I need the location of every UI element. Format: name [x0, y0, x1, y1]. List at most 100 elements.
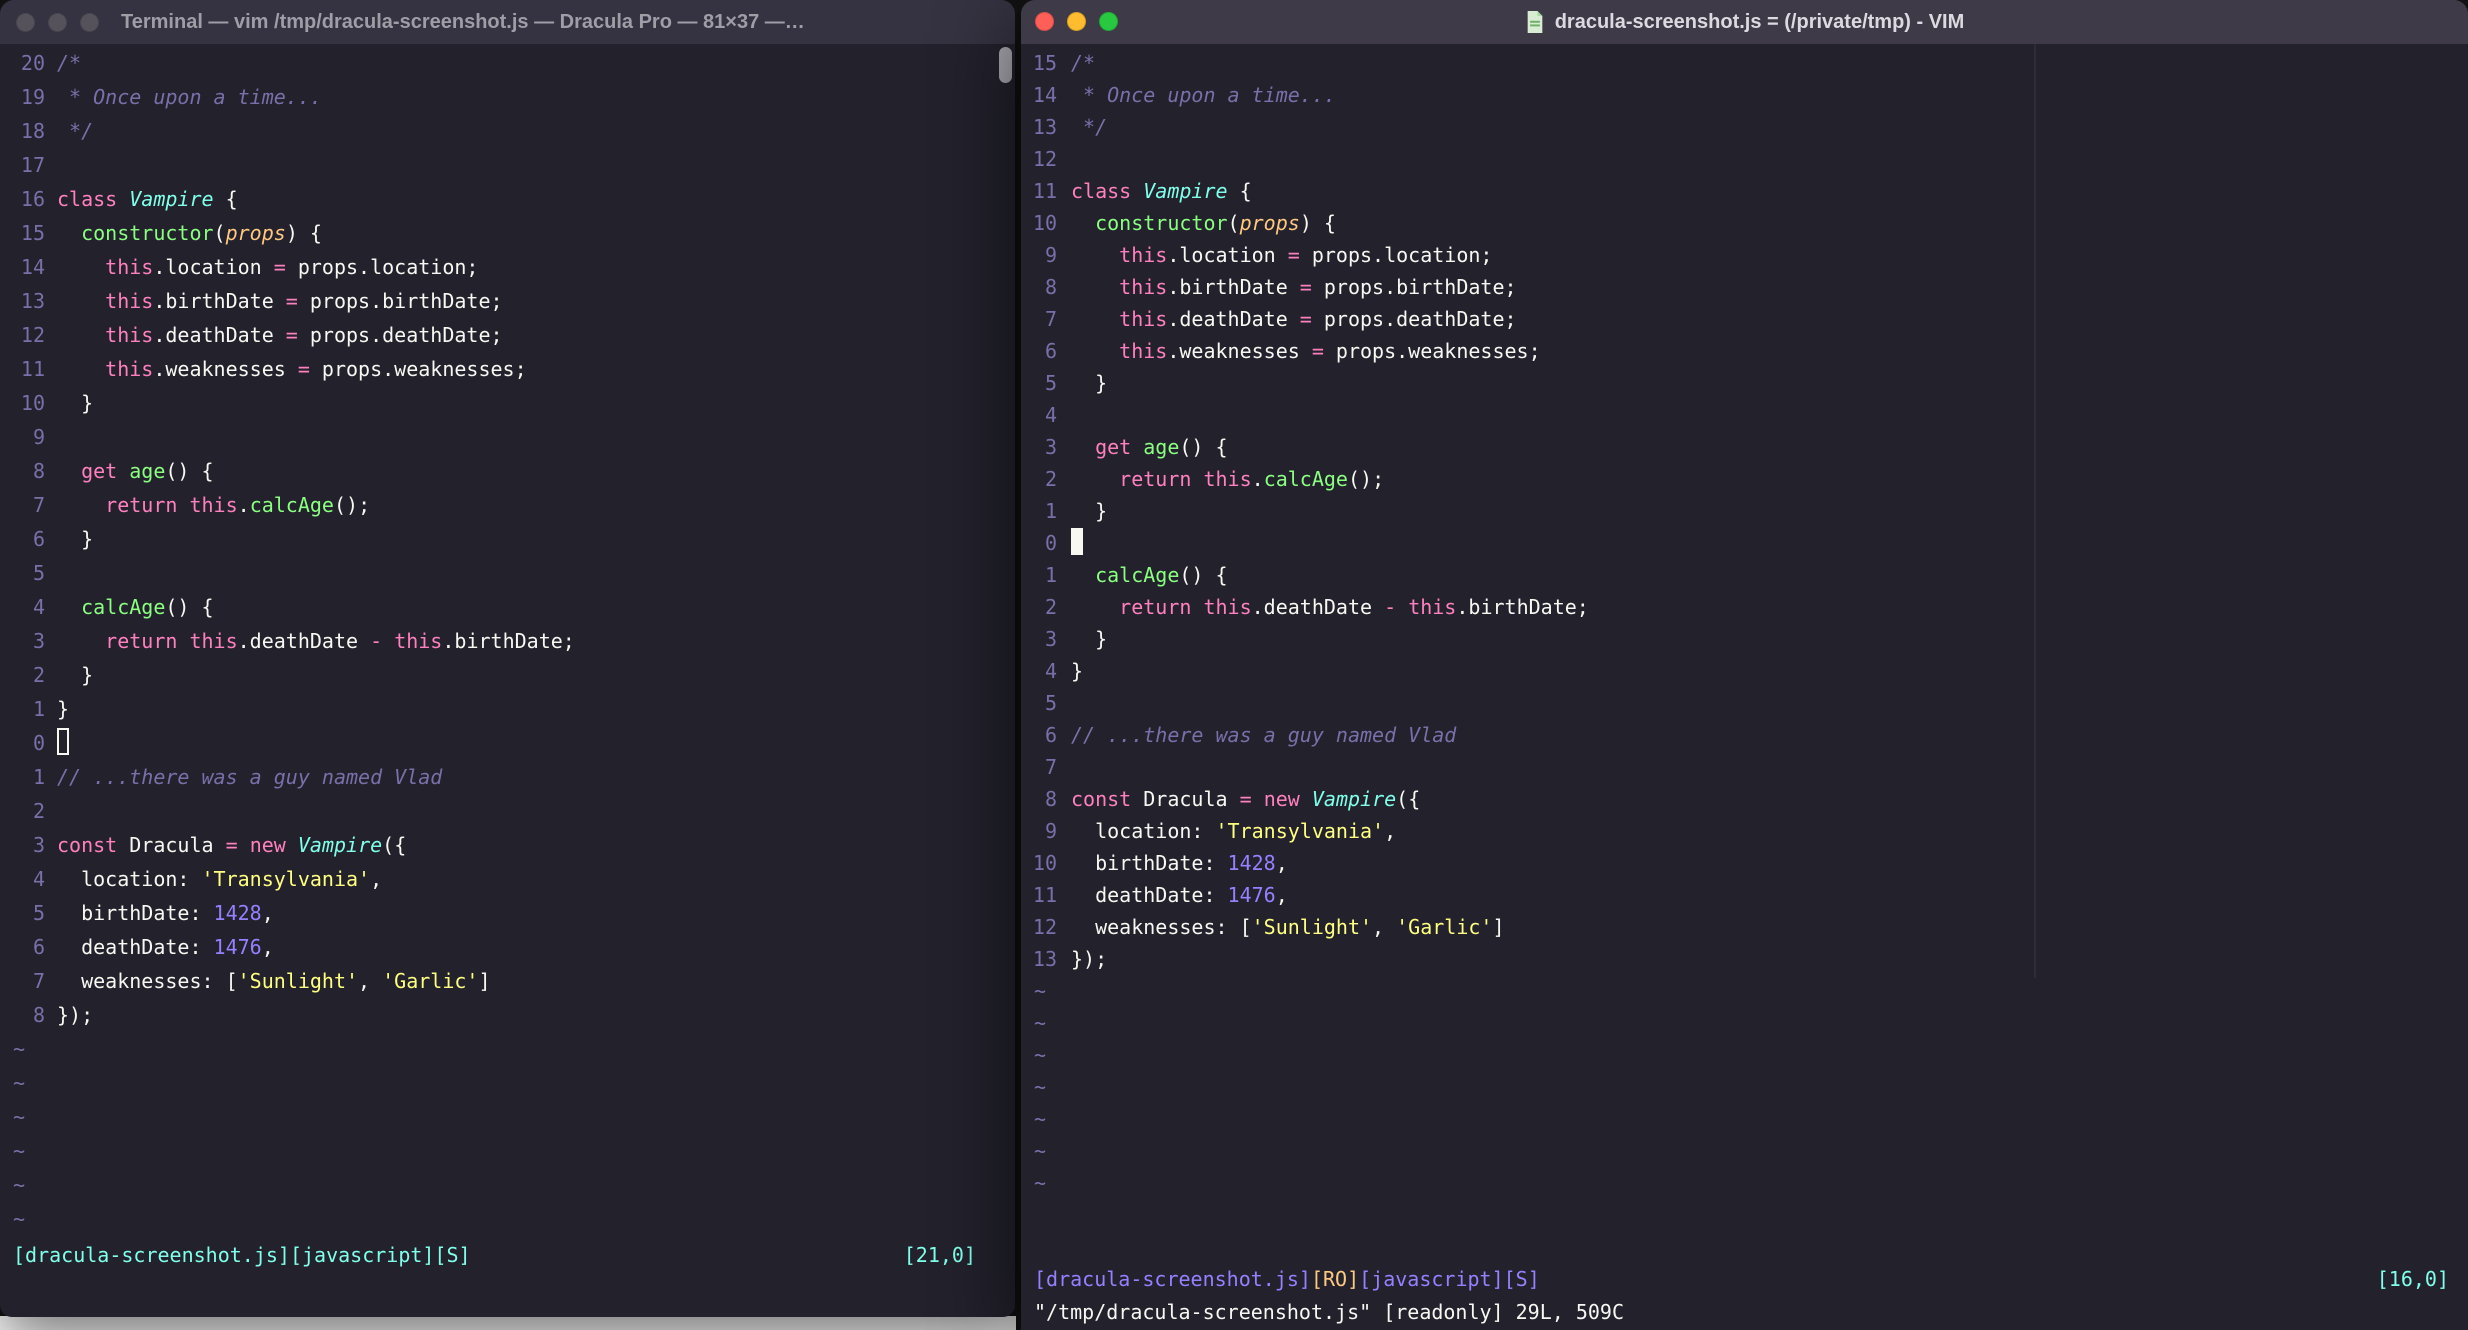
code-line[interactable]: 3 const Dracula = new Vampire({: [0, 828, 995, 862]
macvim-buffer[interactable]: 15/* 14 * Once upon a time... 13 */12 11 cla…: [1021, 47, 2448, 1199]
empty-line: ~: [13, 1105, 26, 1129]
code-line[interactable]: 16 class Vampire {: [0, 182, 995, 216]
window-controls: [16, 12, 99, 32]
code-line[interactable]: 10 }: [0, 386, 995, 420]
minimize-button[interactable]: [1067, 12, 1086, 31]
code-line[interactable]: 17: [0, 148, 995, 182]
line-number: 13: [1032, 115, 1057, 139]
code-line[interactable]: 6 }: [0, 522, 995, 556]
code-line[interactable]: 8 get age() {: [0, 454, 995, 488]
code-line[interactable]: 0: [1021, 527, 2448, 559]
code-line[interactable]: 12: [1021, 143, 2448, 175]
line-number: 6: [1044, 339, 1057, 363]
line-number: 2: [1044, 595, 1057, 619]
line-number: 15: [20, 221, 45, 245]
line-number: 4: [1044, 659, 1057, 683]
empty-line: ~: [1034, 1171, 1047, 1195]
code-line[interactable]: 13});: [1021, 943, 2448, 975]
line-number: 11: [20, 357, 45, 381]
code-line[interactable]: 13 this.birthDate = props.birthDate;: [0, 284, 995, 318]
terminal-vim-statusline: [dracula-screenshot.js][javascript][S] […: [0, 1238, 1015, 1272]
line-number: 20: [20, 51, 45, 75]
code-line[interactable]: 5 }: [1021, 367, 2448, 399]
code-line[interactable]: 3 }: [1021, 623, 2448, 655]
code-line[interactable]: 5 birthDate: 1428,: [0, 896, 995, 930]
window-controls: [1035, 12, 1118, 31]
code-line[interactable]: 10 constructor(props) {: [1021, 207, 2448, 239]
code-line[interactable]: 18 */: [0, 114, 995, 148]
code-line[interactable]: 3 get age() {: [1021, 431, 2448, 463]
line-number: 14: [1032, 83, 1057, 107]
zoom-button[interactable]: [80, 12, 99, 32]
empty-line: ~: [1034, 1043, 1047, 1067]
code-line[interactable]: 0: [0, 726, 995, 760]
code-line[interactable]: 6// ...there was a guy named Vlad: [1021, 719, 2448, 751]
code-line[interactable]: 14 * Once upon a time...: [1021, 79, 2448, 111]
code-line[interactable]: 13 */: [1021, 111, 2448, 143]
code-line[interactable]: 12 weaknesses: ['Sunlight', 'Garlic']: [1021, 911, 2448, 943]
code-line[interactable]: 10 birthDate: 1428,: [1021, 847, 2448, 879]
code-line[interactable]: 4 calcAge() {: [0, 590, 995, 624]
line-number: 3: [1044, 627, 1057, 651]
code-line[interactable]: 19 * Once upon a time...: [0, 80, 995, 114]
line-number: 5: [32, 901, 45, 925]
empty-line: ~: [1034, 979, 1047, 1003]
code-line[interactable]: 15 constructor(props) {: [0, 216, 995, 250]
vim-cursor: [1071, 528, 1083, 555]
code-line[interactable]: 4 location: 'Transylvania',: [0, 862, 995, 896]
code-line[interactable]: 7 return this.calcAge();: [0, 488, 995, 522]
code-line[interactable]: 9 location: 'Transylvania',: [1021, 815, 2448, 847]
code-line[interactable]: 1}: [0, 692, 995, 726]
code-line[interactable]: 9 this.location = props.location;: [1021, 239, 2448, 271]
code-line[interactable]: 7 this.deathDate = props.deathDate;: [1021, 303, 2448, 335]
statusline-segment: [dracula-screenshot.js]: [1034, 1267, 1311, 1291]
close-button[interactable]: [1035, 12, 1054, 31]
code-line[interactable]: 7: [1021, 751, 2448, 783]
code-line[interactable]: 6 deathDate: 1476,: [0, 930, 995, 964]
line-number: 5: [1044, 691, 1057, 715]
terminal-vim-buffer[interactable]: 20/* 19 * Once upon a time... 18 */17 16 cla…: [0, 46, 995, 1236]
code-line[interactable]: 5: [0, 556, 995, 590]
code-line[interactable]: 20/*: [0, 46, 995, 80]
code-line[interactable]: 2 return this.calcAge();: [1021, 463, 2448, 495]
code-line[interactable]: 8 this.birthDate = props.birthDate;: [1021, 271, 2448, 303]
line-number: 14: [20, 255, 45, 279]
code-line[interactable]: 9: [0, 420, 995, 454]
zoom-button[interactable]: [1099, 12, 1118, 31]
close-button[interactable]: [16, 12, 35, 32]
code-line[interactable]: 6 this.weaknesses = props.weaknesses;: [1021, 335, 2448, 367]
minimize-button[interactable]: [48, 12, 67, 32]
code-line[interactable]: 8 const Dracula = new Vampire({: [1021, 783, 2448, 815]
code-line[interactable]: 11 this.weaknesses = props.weaknesses;: [0, 352, 995, 386]
code-line[interactable]: 4}: [1021, 655, 2448, 687]
code-line[interactable]: 1 }: [1021, 495, 2448, 527]
vim-cursor: [57, 728, 69, 755]
code-line[interactable]: 11 class Vampire {: [1021, 175, 2448, 207]
code-line[interactable]: 8});: [0, 998, 995, 1032]
code-line[interactable]: 1 calcAge() {: [1021, 559, 2448, 591]
code-line[interactable]: 3 return this.deathDate - this.birthDate…: [0, 624, 995, 658]
code-line[interactable]: 2 }: [0, 658, 995, 692]
background-page: [0, 1316, 1016, 1330]
code-line[interactable]: 5: [1021, 687, 2448, 719]
line-number: 4: [32, 595, 45, 619]
code-line[interactable]: 4: [1021, 399, 2448, 431]
code-line[interactable]: 1// ...there was a guy named Vlad: [0, 760, 995, 794]
statusline-segment: [javascript][S]: [1359, 1267, 1540, 1291]
scrollbar-thumb[interactable]: [999, 47, 1012, 83]
code-line[interactable]: 11 deathDate: 1476,: [1021, 879, 2448, 911]
line-number: 2: [32, 663, 45, 687]
empty-line: ~: [13, 1173, 26, 1197]
terminal-titlebar[interactable]: Terminal — vim /tmp/dracula-screenshot.j…: [0, 0, 1015, 44]
code-line[interactable]: 2 return this.deathDate - this.birthDate…: [1021, 591, 2448, 623]
code-line[interactable]: 7 weaknesses: ['Sunlight', 'Garlic']: [0, 964, 995, 998]
code-line[interactable]: 2: [0, 794, 995, 828]
line-number: 6: [32, 527, 45, 551]
code-line[interactable]: 12 this.deathDate = props.deathDate;: [0, 318, 995, 352]
macvim-titlebar[interactable]: dracula-screenshot.js = (/private/tmp) -…: [1021, 0, 2468, 44]
line-number: 3: [32, 629, 45, 653]
code-line[interactable]: 15/*: [1021, 47, 2448, 79]
line-number: 1: [32, 697, 45, 721]
code-line[interactable]: 14 this.location = props.location;: [0, 250, 995, 284]
command-line-message: "/tmp/dracula-screenshot.js" [readonly] …: [1034, 1300, 1625, 1324]
